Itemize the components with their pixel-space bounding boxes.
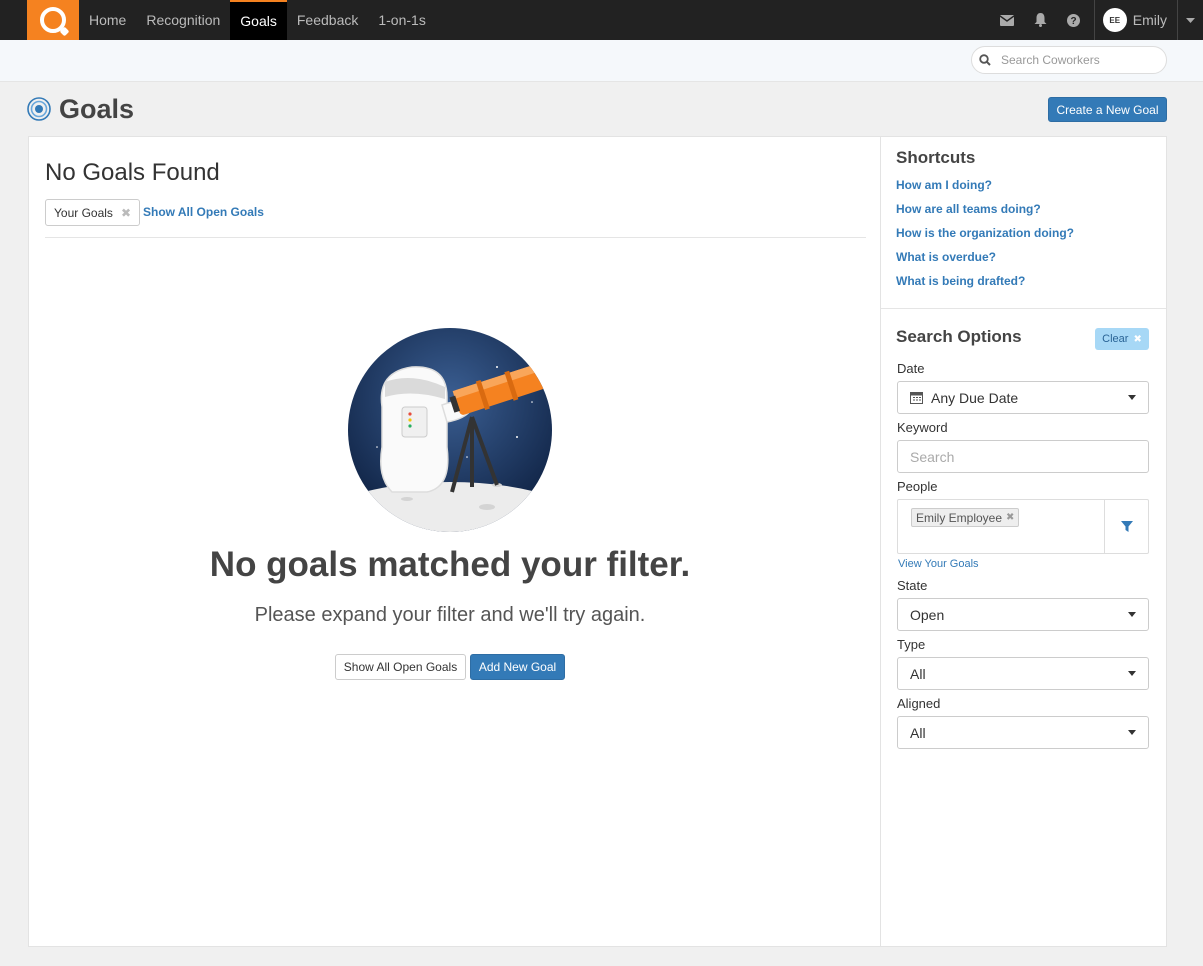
shortcut-overdue[interactable]: What is overdue? (896, 250, 996, 264)
people-label: People (897, 479, 938, 494)
nav-links: Home Recognition Goals Feedback 1-on-1s (79, 0, 436, 40)
date-select-value: Any Due Date (931, 389, 1019, 406)
nav-recognition[interactable]: Recognition (136, 0, 230, 40)
nav-goals[interactable]: Goals (230, 0, 287, 40)
nav-feedback[interactable]: Feedback (287, 0, 368, 40)
people-picker[interactable]: Emily Employee ✖ (897, 499, 1149, 554)
goals-target-icon (27, 97, 51, 121)
clear-label: Clear (1102, 333, 1129, 345)
calendar-icon (910, 392, 923, 404)
divider (881, 308, 1166, 309)
bell-icon[interactable] (1024, 0, 1057, 40)
person-tag-label: Emily Employee (916, 510, 1003, 525)
search-icon (979, 54, 991, 66)
filter-chip-your-goals[interactable]: Your Goals ✖ (45, 199, 140, 226)
aligned-select-value: All (910, 724, 926, 741)
add-new-goal-button[interactable]: Add New Goal (470, 654, 565, 680)
state-select[interactable]: Open (897, 598, 1149, 631)
nav-right: ? EE Emily (991, 0, 1203, 40)
close-icon: ✖ (1133, 333, 1142, 345)
divider (45, 237, 866, 238)
people-filter-button[interactable] (1104, 500, 1148, 553)
person-tag: Emily Employee ✖ (911, 508, 1020, 527)
user-menu[interactable]: EE Emily (1093, 0, 1177, 40)
nav-home[interactable]: Home (79, 0, 136, 40)
avatar: EE (1102, 8, 1127, 32)
type-select-value: All (910, 665, 926, 682)
astronaut-telescope-illustration (348, 328, 552, 532)
filter-icon (1120, 520, 1133, 532)
app-logo[interactable] (27, 0, 79, 40)
svg-text:?: ? (1070, 16, 1076, 27)
search-options-title: Search Options (896, 327, 1022, 346)
close-icon[interactable]: ✖ (121, 206, 131, 220)
goals-panel: No Goals Found Your Goals ✖ Show All Ope… (28, 136, 880, 947)
sub-bar (0, 40, 1203, 82)
shortcut-organization[interactable]: How is the organization doing? (896, 226, 1074, 240)
empty-state-heading: No goals matched your filter. (209, 545, 691, 584)
mail-icon[interactable] (991, 0, 1024, 40)
coworker-search-input[interactable] (1001, 53, 1151, 67)
top-nav: Home Recognition Goals Feedback 1-on-1s … (0, 0, 1203, 40)
aligned-label: Aligned (897, 696, 941, 711)
empty-state-text: Please expand your filter and we'll try … (254, 604, 646, 626)
type-select[interactable]: All (897, 657, 1149, 690)
nav-one-on-ones[interactable]: 1-on-1s (368, 0, 435, 40)
show-all-open-goals-link[interactable]: Show All Open Goals (143, 205, 264, 219)
page-title: Goals (59, 93, 135, 124)
goals-panel-title: No Goals Found (45, 159, 220, 186)
logo-icon (40, 7, 66, 33)
shortcuts-title: Shortcuts (896, 148, 976, 167)
chevron-down-icon (1128, 671, 1136, 676)
page-header: Goals (27, 93, 134, 125)
date-select[interactable]: Any Due Date (897, 381, 1149, 414)
chevron-down-icon (1128, 730, 1136, 735)
close-icon[interactable]: ✖ (1006, 512, 1014, 523)
side-panel: Shortcuts How am I doing? How are all te… (880, 136, 1167, 947)
create-goal-button[interactable]: Create a New Goal (1048, 97, 1167, 122)
shortcut-drafted[interactable]: What is being drafted? (896, 274, 1025, 288)
keyword-label: Keyword (897, 420, 948, 435)
shortcut-how-am-i-doing[interactable]: How am I doing? (896, 178, 992, 192)
filter-chip-label: Your Goals (54, 205, 113, 220)
keyword-input[interactable] (897, 440, 1149, 473)
aligned-select[interactable]: All (897, 716, 1149, 749)
user-name: Emily (1132, 12, 1167, 28)
chevron-down-icon (1186, 17, 1195, 23)
state-select-value: Open (910, 606, 945, 623)
date-label: Date (897, 361, 925, 376)
chevron-down-icon (1128, 612, 1136, 617)
shortcut-teams[interactable]: How are all teams doing? (896, 202, 1041, 216)
view-your-goals-link[interactable]: View Your Goals (898, 558, 979, 570)
help-icon[interactable]: ? (1057, 0, 1090, 40)
state-label: State (897, 578, 928, 593)
user-dropdown-toggle[interactable] (1177, 0, 1203, 40)
show-all-open-goals-button[interactable]: Show All Open Goals (335, 654, 466, 680)
chevron-down-icon (1128, 395, 1136, 400)
type-label: Type (897, 637, 926, 652)
clear-filters-button[interactable]: Clear ✖ (1095, 328, 1149, 350)
coworker-search (971, 46, 1167, 74)
